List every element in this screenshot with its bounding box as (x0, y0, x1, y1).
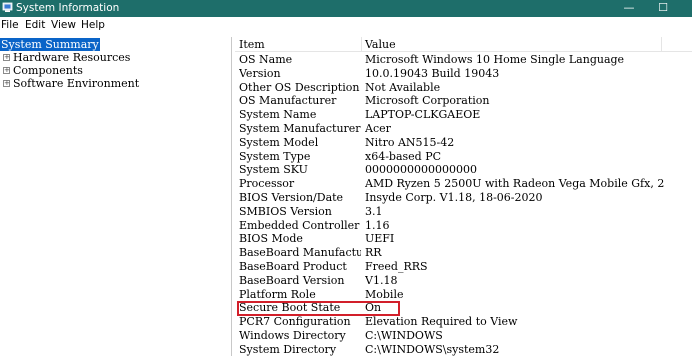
table-row[interactable]: BaseBoard Manufactu... RR (235, 246, 692, 260)
maximize-button[interactable]: ☐ (646, 0, 680, 17)
table-row[interactable]: Platform Role Mobile (235, 288, 692, 302)
row-item: BaseBoard Version (239, 273, 345, 287)
table-row[interactable]: BIOS Mode UEFI (235, 232, 692, 246)
row-value: Nitro AN515-42 (365, 135, 455, 149)
expand-icon[interactable]: + (3, 67, 10, 74)
row-item: Other OS Description (239, 80, 360, 94)
row-item: Processor (239, 177, 295, 191)
table-row[interactable]: System SKU 0000000000000000 (235, 163, 692, 177)
row-item: System Name (239, 108, 317, 122)
tree-item-label: Software Environment (13, 77, 140, 90)
table-row[interactable]: PCR7 Configuration Elevation Required to… (235, 315, 692, 329)
row-value: Microsoft Corporation (365, 94, 490, 108)
table-row[interactable]: System Manufacturer Acer (235, 122, 692, 136)
table-row[interactable]: BaseBoard Version V1.18 (235, 274, 692, 288)
row-value: 3.1 (365, 204, 383, 218)
tree-item-label: Components (13, 64, 83, 77)
row-value: x64-based PC (365, 149, 442, 163)
tree-item-software-environment[interactable]: + Software Environment (0, 77, 160, 90)
row-value: Elevation Required to View (365, 315, 518, 329)
row-item: System Model (239, 135, 319, 149)
row-item: System Type (239, 149, 311, 163)
row-item: SMBIOS Version (239, 204, 332, 218)
table-row[interactable]: BIOS Version/Date Insyde Corp. V1.18, 18… (235, 191, 692, 205)
tree-item-label: System Summary (0, 38, 100, 51)
row-item: BaseBoard Manufactu... (239, 246, 361, 260)
row-value: C:\WINDOWS (365, 329, 443, 342)
row-value: UEFI (365, 232, 395, 246)
row-item: Version (239, 66, 281, 80)
tree-item-hardware-resources[interactable]: + Hardware Resources (0, 51, 140, 64)
row-value: Not Available (365, 80, 441, 94)
system-information-window: System Information — ☐ File Edit View He… (0, 0, 692, 356)
menu-file[interactable]: File (1, 19, 19, 32)
menu-edit[interactable]: Edit (25, 19, 45, 32)
tree-item-components[interactable]: + Components (0, 64, 140, 77)
row-item: Embedded Controller ... (239, 218, 361, 232)
row-item: BIOS Mode (239, 232, 303, 246)
row-value: LAPTOP-CLKGAEOE (365, 108, 481, 122)
tree-item-system-summary[interactable]: System Summary (0, 38, 120, 51)
table-row[interactable]: Version 10.0.19043 Build 19043 (235, 67, 692, 81)
row-item: BaseBoard Product (239, 260, 347, 273)
table-row[interactable]: System Directory C:\WINDOWS\system32 (235, 343, 692, 356)
column-header-item[interactable]: Item (239, 38, 265, 51)
row-item: Windows Directory (239, 329, 346, 342)
column-divider[interactable] (361, 37, 362, 52)
row-item: System Manufacturer (239, 122, 361, 135)
row-value: Acer (365, 122, 391, 135)
row-item: OS Name (239, 53, 293, 66)
row-value: 10.0.19043 Build 19043 (365, 66, 500, 80)
row-value: On (365, 301, 382, 315)
table-row[interactable]: Embedded Controller ... 1.16 (235, 219, 692, 233)
row-item: PCR7 Configuration (239, 315, 351, 329)
column-header-value[interactable]: Value (365, 38, 396, 51)
row-value: AMD Ryzen 5 2500U with Radeon Vega Mobil… (365, 177, 665, 191)
window-title: System Information (16, 2, 120, 14)
secure-boot-highlight-box (237, 301, 400, 316)
details-list[interactable]: Item Value OS Name Microsoft Windows 10 … (235, 37, 692, 356)
title-bar[interactable]: System Information — ☐ (0, 0, 692, 17)
column-divider[interactable] (661, 37, 662, 52)
row-item: OS Manufacturer (239, 94, 337, 108)
table-row[interactable]: System Name LAPTOP-CLKGAEOE (235, 108, 692, 122)
menu-bar: File Edit View Help (0, 17, 692, 34)
list-header: Item Value (235, 37, 692, 52)
row-value: Freed_RRS (365, 260, 428, 273)
menu-help[interactable]: Help (81, 19, 105, 32)
table-row[interactable]: Processor AMD Ryzen 5 2500U with Radeon … (235, 177, 692, 191)
row-value: Microsoft Windows 10 Home Single Languag… (365, 53, 625, 66)
row-value: Insyde Corp. V1.18, 18-06-2020 (365, 191, 543, 204)
row-item: Platform Role (239, 287, 316, 301)
row-value: RR (365, 246, 382, 260)
row-item: BIOS Version/Date (239, 191, 344, 204)
minimize-button[interactable]: — (612, 0, 646, 17)
menu-view[interactable]: View (51, 19, 76, 32)
expand-icon[interactable]: + (3, 54, 10, 61)
table-row[interactable]: System Type x64-based PC (235, 150, 692, 164)
table-row[interactable]: OS Manufacturer Microsoft Corporation (235, 94, 692, 108)
row-value: 0000000000000000 (365, 163, 477, 177)
table-row[interactable]: System Model Nitro AN515-42 (235, 136, 692, 150)
row-value: V1.18 (365, 273, 398, 287)
table-row[interactable]: SMBIOS Version 3.1 (235, 205, 692, 219)
tree-item-label: Hardware Resources (13, 51, 131, 64)
table-row[interactable]: OS Name Microsoft Windows 10 Home Single… (235, 53, 692, 67)
row-item: System Directory (239, 342, 337, 356)
table-row[interactable]: Other OS Description Not Available (235, 81, 692, 95)
table-row[interactable]: Windows Directory C:\WINDOWS (235, 329, 692, 343)
row-item: System SKU (239, 163, 308, 177)
expand-icon[interactable]: + (3, 80, 10, 87)
table-row[interactable]: BaseBoard Product Freed_RRS (235, 260, 692, 274)
category-tree[interactable]: System Summary + Hardware Resources + Co… (0, 37, 232, 356)
row-value: C:\WINDOWS\system32 (365, 342, 500, 356)
system-info-icon (2, 2, 13, 12)
row-value: Mobile (365, 287, 404, 301)
row-value: 1.16 (365, 218, 390, 232)
